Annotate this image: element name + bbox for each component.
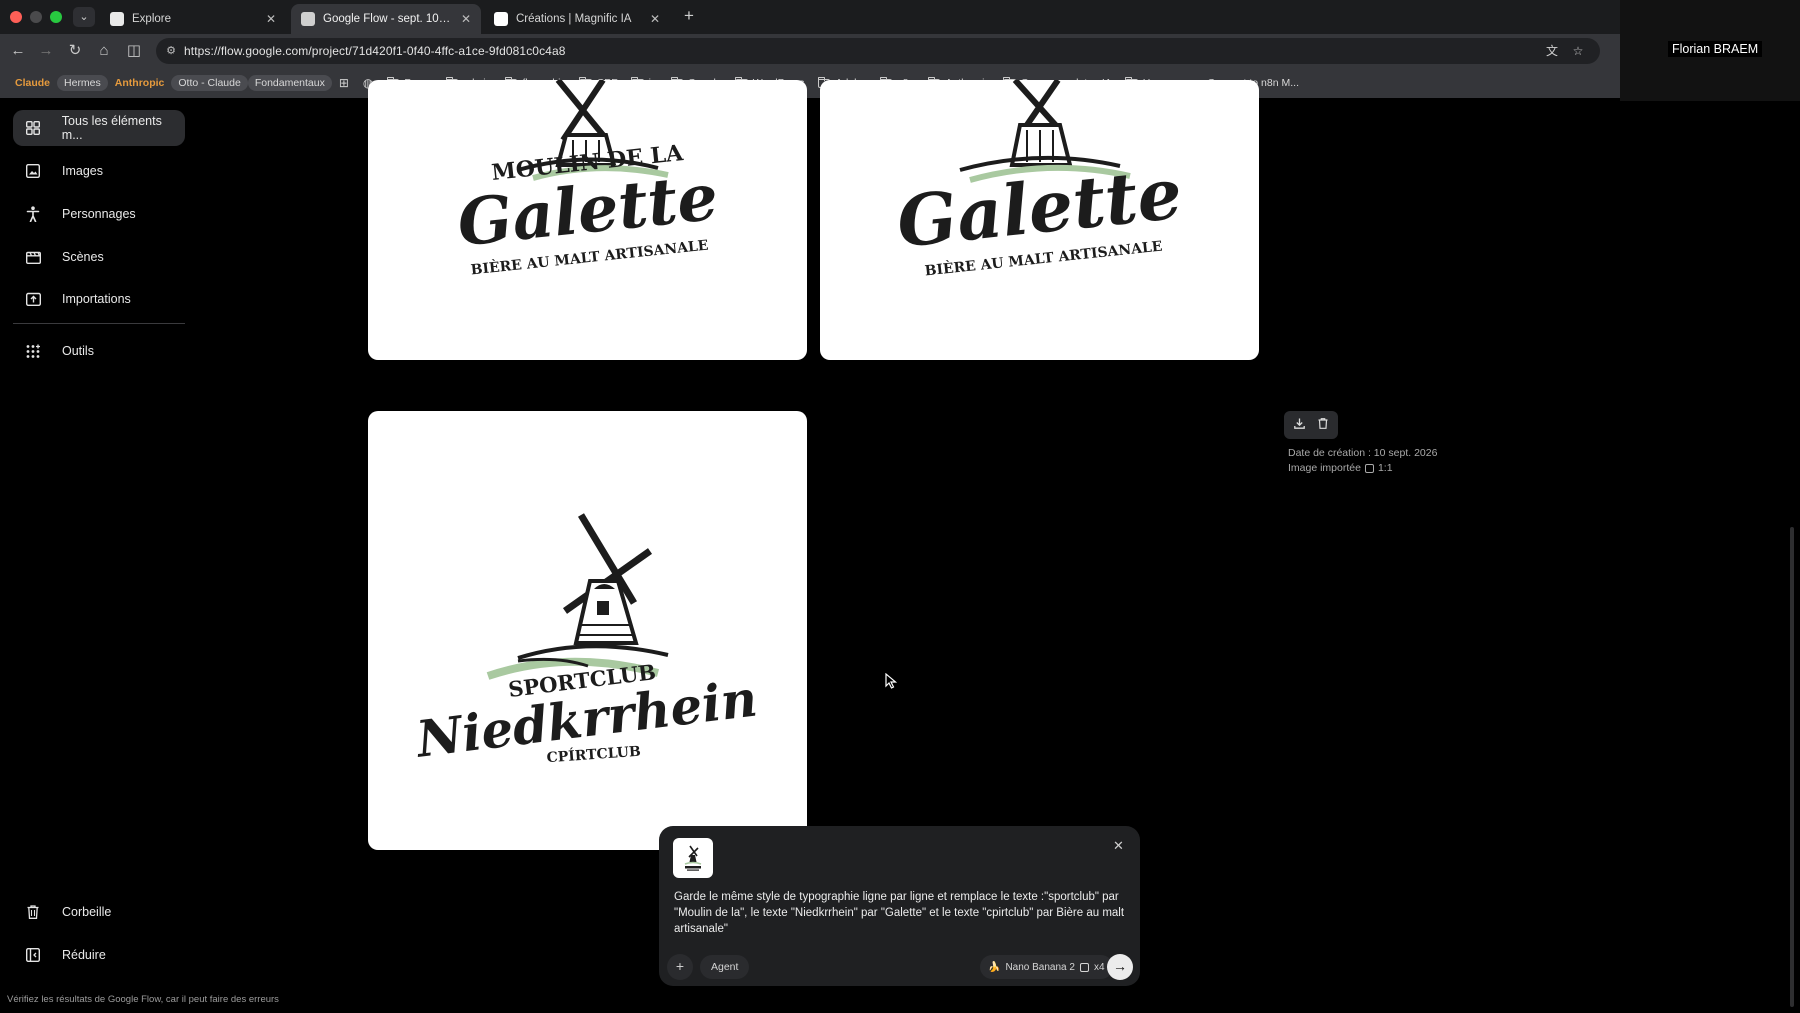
sidebar-item-label: Réduire [62, 948, 106, 962]
video-participant-tile: Florian BRAEM [1620, 0, 1800, 101]
tab-label: Créations | Magnific IA [516, 13, 632, 25]
sidebar-item-label: Importations [62, 292, 131, 306]
windmill-logo-image: MOULIN DE LA Galette BIÈRE AU MALT ARTIS… [454, 80, 721, 278]
image-meta-row: Image importée 1:1 [1288, 462, 1393, 474]
model-settings-button[interactable]: 🍌 Nano Banana 2 x4 [980, 955, 1113, 979]
bookmarks-bar: Claude Hermes Anthropic Otto - Claude Fondam… [0, 68, 1620, 98]
clapper-icon [22, 250, 44, 264]
browser-chrome: ⌄ Explore ✕ Google Flow - sept. 10 - 17:… [0, 0, 1620, 98]
sidebar-item-tools[interactable]: Outils [13, 333, 185, 369]
tools-grid-icon [22, 344, 44, 359]
collapse-panel-icon [22, 948, 44, 962]
banana-icon: 🍌 [988, 961, 1001, 973]
sidebar-item-label: Images [62, 164, 103, 178]
generated-image-card[interactable]: MOULIN DE LA Galette BIÈRE AU MALT ARTIS… [368, 80, 807, 360]
url-text[interactable]: https://flow.google.com/project/71d420f1… [184, 44, 566, 58]
prompt-composer: ✕ Garde le même style de typographie lig… [659, 826, 1140, 986]
sidebar-item-images[interactable]: Images [13, 153, 185, 189]
translate-icon[interactable]: 文 [1544, 43, 1560, 59]
output-count: x4 [1093, 961, 1105, 973]
windmill-logo-image: Galette BIÈRE AU MALT ARTISANALE [893, 80, 1186, 279]
close-icon[interactable]: ✕ [266, 12, 276, 26]
bookmark-label: Fondamentaux [254, 77, 325, 89]
person-icon [22, 206, 44, 222]
apps-grid-icon[interactable]: ⊞ [332, 74, 356, 92]
tab-magnific[interactable]: Créations | Magnific IA ✕ [484, 4, 670, 34]
mouse-cursor-icon [885, 672, 898, 694]
sidebar-item-characters[interactable]: Personnages [13, 196, 185, 232]
windmill-logo-image: SPORTCLUB Niedkrrhein CPÍRTCLUB [411, 513, 760, 769]
sidebar-divider [13, 323, 185, 324]
bookmark-star-icon[interactable]: ☆ [1570, 43, 1586, 59]
sidebar-item-label: Outils [62, 344, 94, 358]
explore-favicon-icon [110, 12, 124, 26]
bookmark-label: Anthropic [114, 77, 165, 89]
participant-name: Florian BRAEM [1668, 41, 1763, 57]
close-window-button[interactable] [10, 11, 22, 23]
aspect-ratio-icon [1079, 962, 1089, 972]
address-bar[interactable]: ⚙ https://flow.google.com/project/71d420… [156, 38, 1600, 64]
new-tab-plus-icon[interactable]: + [678, 6, 700, 26]
close-icon[interactable]: ✕ [650, 12, 660, 26]
disclaimer-text: Vérifiez les résultats de Google Flow, c… [7, 994, 279, 1005]
tab-label: Google Flow - sept. 10 - 17:15 [323, 13, 453, 25]
reference-image-thumbnail[interactable] [673, 838, 713, 878]
add-plus-icon[interactable]: + [667, 954, 693, 980]
site-settings-icon[interactable]: ⚙ [164, 44, 178, 58]
delete-icon[interactable] [1318, 418, 1328, 432]
sidebar-item-imports[interactable]: Importations [13, 281, 185, 317]
magnific-favicon-icon [494, 12, 508, 26]
image-actions [1284, 411, 1338, 439]
close-icon[interactable]: ✕ [461, 12, 471, 26]
browser-toolbar: ← → ↻ ⌂ ◫ ⚙ https://flow.google.com/proj… [0, 34, 1620, 68]
sidebar-item-trash[interactable]: Corbeille [13, 894, 185, 930]
tab-google-flow[interactable]: Google Flow - sept. 10 - 17:15 ✕ [291, 4, 481, 34]
scrollbar-thumb[interactable] [1790, 527, 1794, 1007]
tab-search-chevron-icon[interactable]: ⌄ [73, 7, 95, 27]
flow-favicon-icon [301, 12, 315, 26]
home-icon[interactable]: ⌂ [94, 41, 114, 61]
send-arrow-button[interactable]: → [1107, 954, 1133, 980]
bookmark-item[interactable]: Claude [8, 75, 57, 91]
reload-icon[interactable]: ↻ [65, 41, 85, 61]
sidebar-item-scenes[interactable]: Scènes [13, 239, 185, 275]
grid-icon [22, 121, 44, 135]
generated-image-card-selected[interactable]: SPORTCLUB Niedkrrhein CPÍRTCLUB [368, 411, 807, 850]
creation-date: Date de création : 10 sept. 2026 [1288, 447, 1438, 459]
sidebar-item-label: Tous les éléments m... [61, 114, 162, 142]
tab-explore[interactable]: Explore ✕ [100, 4, 286, 34]
bookmark-label: Otto - Claude [178, 77, 241, 89]
sidebar-item-collapse[interactable]: Réduire [13, 937, 185, 973]
model-name: Nano Banana 2 [1005, 961, 1075, 973]
sidebar-item-all-elements[interactable]: Tous les éléments m... [13, 110, 185, 146]
bookmark-item[interactable]: Anthropic [108, 75, 172, 91]
image-icon [22, 164, 44, 178]
bookmark-label: Hermes [64, 77, 101, 89]
aspect-ratio-icon [1364, 463, 1374, 473]
maximize-window-button[interactable] [50, 11, 62, 23]
side-panel-icon[interactable]: ◫ [124, 41, 144, 61]
bookmark-label: Claude [15, 77, 51, 89]
prompt-input[interactable]: Garde le même style de typographie ligne… [674, 889, 1130, 937]
tab-label: Explore [132, 13, 171, 25]
forward-arrow-icon[interactable]: → [36, 41, 56, 61]
bookmark-item[interactable]: Fondamentaux [247, 75, 332, 91]
generated-image-card[interactable]: Galette BIÈRE AU MALT ARTISANALE [820, 80, 1259, 360]
close-icon[interactable]: ✕ [1113, 838, 1124, 854]
sidebar-item-label: Corbeille [62, 905, 112, 919]
trash-icon [22, 905, 44, 919]
tab-strip: ⌄ Explore ✕ Google Flow - sept. 10 - 17:… [0, 0, 1620, 34]
sidebar-item-label: Scènes [62, 250, 104, 264]
aspect-ratio-value: 1:1 [1377, 462, 1393, 474]
upload-icon [22, 292, 44, 306]
import-label: Image importée [1288, 462, 1361, 474]
bookmark-item[interactable]: Otto - Claude [171, 75, 248, 91]
bookmark-item[interactable]: Hermes [57, 75, 108, 91]
agent-mode-button[interactable]: Agent [700, 955, 750, 979]
minimize-window-button[interactable] [30, 11, 42, 23]
sidebar-item-label: Personnages [62, 207, 136, 221]
back-arrow-icon[interactable]: ← [8, 41, 28, 61]
download-icon[interactable] [1293, 418, 1305, 432]
